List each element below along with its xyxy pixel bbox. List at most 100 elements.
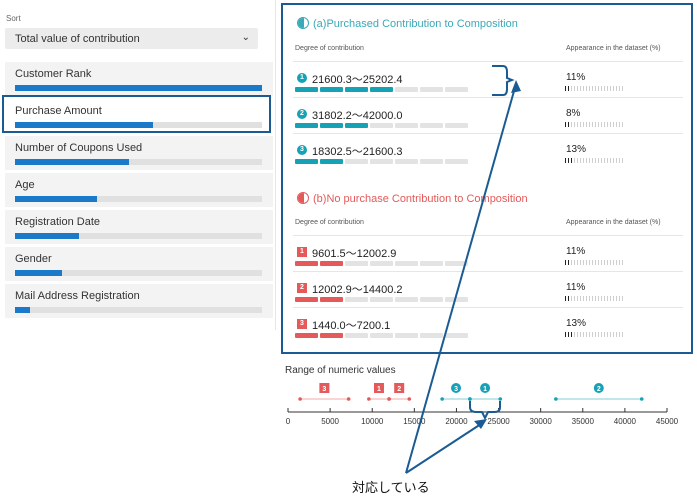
highlight-box	[2, 95, 271, 133]
level-segment	[320, 297, 343, 302]
gauge-tick	[592, 86, 593, 91]
factor-bar-track	[15, 307, 262, 313]
gauge-tick	[616, 158, 617, 163]
gauge-tick	[586, 260, 587, 265]
level-segment	[395, 333, 418, 338]
range-interval-label: 3	[322, 386, 326, 393]
appearance-percent: 13%	[566, 318, 587, 329]
gauge-tick	[622, 332, 623, 337]
purchased-col-appearance: Appearance in the dataset (%)	[566, 45, 661, 52]
contribution-row: 2 12002.9～14400.2 11%	[293, 271, 683, 307]
gauge-tick	[607, 86, 608, 91]
gauge-tick	[571, 296, 572, 301]
level-segment	[295, 159, 318, 164]
gauge-tick	[577, 332, 578, 337]
range-interval-start	[298, 397, 302, 401]
gauge-tick	[568, 296, 569, 301]
rank-badge: 3	[297, 319, 307, 329]
gauge-tick	[610, 158, 611, 163]
appearance-percent: 11%	[566, 246, 586, 257]
no-purchase-col-appearance: Appearance in the dataset (%)	[566, 219, 661, 226]
level-segment	[320, 123, 343, 128]
gauge-tick	[586, 332, 587, 337]
gauge-tick	[580, 332, 581, 337]
gauge-tick	[568, 122, 569, 127]
gauge-tick	[598, 158, 599, 163]
level-segment	[395, 261, 418, 266]
range-tick-label: 20000	[445, 417, 468, 426]
range-tick-label: 45000	[656, 417, 679, 426]
gauge-tick	[607, 260, 608, 265]
range-value: 1440.0～7200.1	[312, 320, 391, 332]
level-segment	[295, 87, 318, 92]
gauge-tick	[565, 158, 566, 163]
factor-bar-track	[15, 270, 262, 276]
gauge-tick	[595, 260, 596, 265]
level-segment	[370, 297, 393, 302]
sort-dropdown[interactable]: Total value of contribution ⌄	[5, 28, 258, 49]
purchased-title-text: (a)Purchased Contribution to Composition	[313, 18, 518, 30]
no-purchase-title-text: (b)No purchase Contribution to Compositi…	[313, 193, 528, 205]
gauge-tick	[604, 86, 605, 91]
rank-badge: 1	[297, 73, 307, 83]
level-segment	[395, 297, 418, 302]
factor-bar-fill	[15, 270, 62, 276]
gauge-tick	[592, 158, 593, 163]
factor-item[interactable]: Number of Coupons Used	[5, 136, 273, 171]
annotation-text: 対応している	[352, 481, 430, 496]
gauge-tick	[613, 158, 614, 163]
range-tick-label: 5000	[321, 417, 339, 426]
rank-badge: 2	[297, 109, 307, 119]
factor-label: Number of Coupons Used	[15, 142, 143, 154]
level-segment	[420, 333, 443, 338]
factor-label: Age	[15, 179, 35, 191]
gauge-tick	[574, 122, 575, 127]
gauge-tick	[571, 332, 572, 337]
gauge-tick	[598, 86, 599, 91]
rank-badge: 1	[297, 247, 307, 257]
gauge-tick	[592, 296, 593, 301]
gauge-tick	[580, 122, 581, 127]
range-value: 9601.5～12002.9	[312, 248, 397, 260]
gauge-tick	[622, 260, 623, 265]
appearance-percent: 13%	[566, 144, 587, 155]
gauge-tick	[589, 296, 590, 301]
contribution-row: 1 9601.5～12002.9 11%	[293, 235, 683, 271]
level-segment	[445, 123, 468, 128]
level-segment	[345, 297, 368, 302]
factor-item[interactable]: Registration Date	[5, 210, 273, 245]
gauge-tick	[607, 296, 608, 301]
gauge-tick	[601, 86, 602, 91]
range-tick-label: 25000	[487, 417, 510, 426]
gauge-tick	[607, 158, 608, 163]
gauge-tick	[571, 122, 572, 127]
gauge-tick	[595, 332, 596, 337]
gauge-tick	[586, 122, 587, 127]
no-purchase-col-degree: Degree of contribution	[295, 219, 364, 226]
gauge-tick	[616, 332, 617, 337]
gauge-tick	[616, 122, 617, 127]
level-segment	[345, 159, 368, 164]
factor-item[interactable]: Mail Address Registration	[5, 284, 273, 319]
level-segment	[345, 333, 368, 338]
gauge-tick	[568, 332, 569, 337]
gauge-tick	[580, 86, 581, 91]
gauge-tick	[592, 332, 593, 337]
factor-bar-track	[15, 233, 262, 239]
gauge-tick	[571, 158, 572, 163]
gauge-tick	[577, 158, 578, 163]
factor-bar-fill	[15, 196, 97, 202]
gauge-tick	[595, 296, 596, 301]
gauge-tick	[610, 296, 611, 301]
gauge-tick	[604, 332, 605, 337]
gauge-tick	[619, 86, 620, 91]
factor-item[interactable]: Age	[5, 173, 273, 208]
factor-item[interactable]: Gender	[5, 247, 273, 282]
range-tick-label: 0	[286, 417, 291, 426]
sort-selected-value: Total value of contribution	[15, 33, 140, 45]
factor-item[interactable]: Customer Rank	[5, 62, 273, 97]
level-segment	[445, 297, 468, 302]
gauge-tick	[601, 296, 602, 301]
gauge-tick	[577, 296, 578, 301]
gauge-tick	[604, 158, 605, 163]
